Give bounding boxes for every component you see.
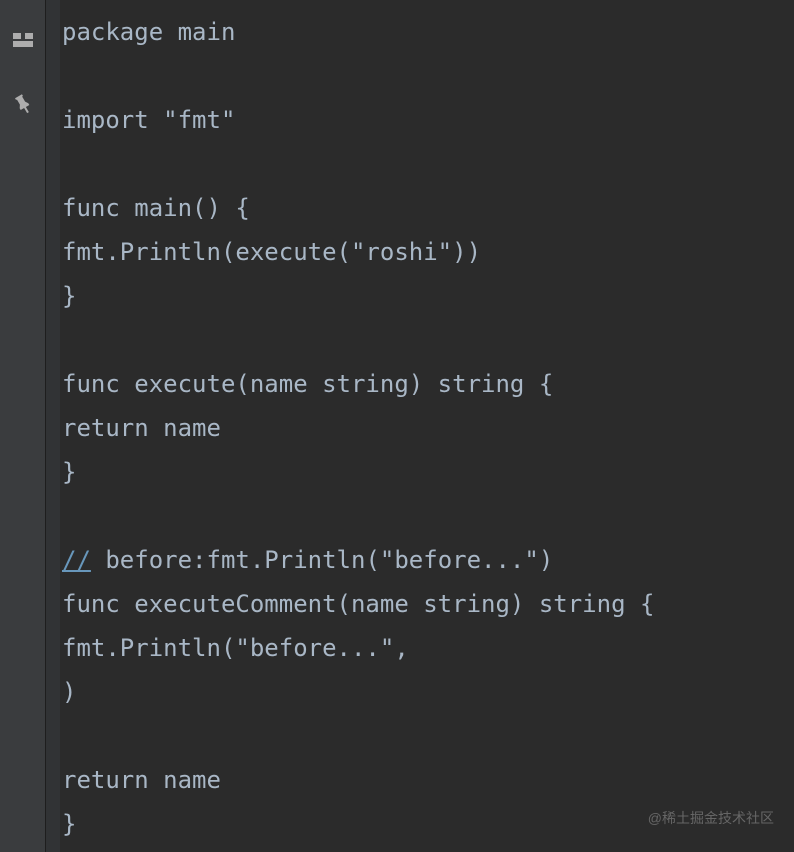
editor-gutter bbox=[46, 0, 60, 852]
code-text: before:fmt.Println("before...") bbox=[91, 546, 553, 574]
structure-icon[interactable] bbox=[11, 28, 35, 52]
code-line[interactable]: func main() { bbox=[62, 186, 794, 230]
code-line[interactable]: } bbox=[62, 274, 794, 318]
code-line[interactable] bbox=[62, 494, 794, 538]
watermark: @稀土掘金技术社区 bbox=[648, 808, 774, 828]
code-line[interactable]: func executeComment(name string) string … bbox=[62, 582, 794, 626]
code-line[interactable]: fmt.Println(execute("roshi")) bbox=[62, 230, 794, 274]
code-line[interactable]: import "fmt" bbox=[62, 98, 794, 142]
code-line[interactable] bbox=[62, 54, 794, 98]
code-line[interactable] bbox=[62, 318, 794, 362]
code-line[interactable] bbox=[62, 142, 794, 186]
code-line[interactable] bbox=[62, 714, 794, 758]
code-line[interactable]: return name bbox=[62, 406, 794, 450]
code-line[interactable]: package main bbox=[62, 10, 794, 54]
tool-sidebar bbox=[0, 0, 46, 852]
comment-prefix: // bbox=[62, 546, 91, 574]
code-line[interactable]: } bbox=[62, 450, 794, 494]
code-editor[interactable]: package mainimport "fmt"func main() {fmt… bbox=[60, 0, 794, 852]
code-line[interactable]: ) bbox=[62, 670, 794, 714]
code-line[interactable]: fmt.Println("before...", bbox=[62, 626, 794, 670]
code-line[interactable]: return name bbox=[62, 758, 794, 802]
pin-icon[interactable] bbox=[11, 92, 35, 116]
code-line[interactable]: func execute(name string) string { bbox=[62, 362, 794, 406]
code-line[interactable]: // before:fmt.Println("before...") bbox=[62, 538, 794, 582]
